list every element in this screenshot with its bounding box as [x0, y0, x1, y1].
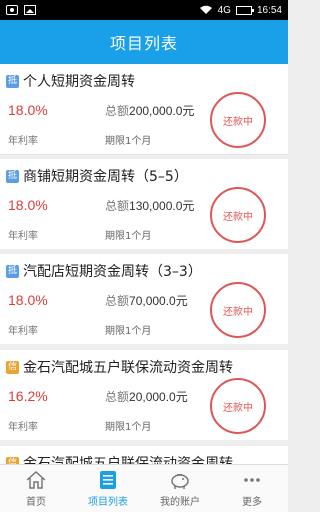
credit-badge: 信 — [6, 360, 19, 374]
total-amount: 总额70,000.0元 — [105, 292, 188, 309]
tab-more[interactable]: 更多 — [216, 465, 288, 512]
loan-period: 期限1个月 — [105, 136, 152, 147]
project-title: 信 金石汽配城五户联保流动资金周转 — [6, 453, 233, 464]
status-stamp: 还款中 — [210, 282, 266, 338]
annual-rate-label: 年利率 — [8, 422, 38, 433]
clock: 16:54 — [256, 4, 282, 16]
image-icon — [24, 5, 36, 15]
project-card[interactable]: 信 金石汽配城五户联保流动资金周转 16.2% 年利率 总额20,000.0元 … — [0, 350, 288, 440]
tab-label: 首页 — [26, 496, 46, 508]
home-icon — [26, 470, 46, 489]
mortgage-badge: 抵 — [6, 74, 19, 88]
status-stamp: 还款中 — [210, 378, 266, 434]
tab-project-list[interactable]: 项目列表 — [72, 465, 144, 512]
total-value: 130,000.0元 — [129, 199, 195, 213]
notification-icon — [6, 5, 18, 15]
network-type: 4G — [217, 4, 231, 16]
total-amount: 总额20,000.0元 — [105, 388, 188, 405]
tab-my-account[interactable]: 我的账户 — [144, 465, 216, 512]
annual-rate-label: 年利率 — [8, 231, 38, 242]
page-title: 项目列表 — [109, 34, 178, 53]
mortgage-badge: 抵 — [6, 264, 19, 278]
project-card[interactable]: 抵 个人短期资金周转 18.0% 年利率 总额200,000.0元 期限1个月 … — [0, 64, 288, 154]
project-title-text: 汽配店短期资金周转（3–3） — [23, 264, 202, 280]
loan-period: 期限1个月 — [105, 422, 152, 433]
project-card[interactable]: 抵 商铺短期资金周转（5–5） 18.0% 年利率 总额130,000.0元 期… — [0, 159, 288, 249]
total-value: 20,000.0元 — [129, 390, 188, 404]
annual-rate-label: 年利率 — [8, 326, 38, 337]
tab-label: 项目列表 — [88, 496, 128, 508]
total-label: 总额 — [105, 390, 130, 404]
tab-home[interactable]: 首页 — [0, 465, 72, 512]
annual-rate: 16.2% — [8, 388, 48, 404]
bottom-tab-bar: 首页 项目列表 我的账户 更多 — [0, 464, 288, 512]
total-value: 200,000.0元 — [129, 104, 195, 118]
more-icon — [244, 477, 260, 482]
loan-period: 期限1个月 — [105, 231, 152, 242]
total-amount: 总额130,000.0元 — [105, 197, 194, 214]
page-header: 项目列表 — [0, 20, 288, 64]
status-bar: 4G 16:54 — [0, 0, 288, 20]
project-card[interactable]: 抵 汽配店短期资金周转（3–3） 18.0% 年利率 总额70,000.0元 期… — [0, 254, 288, 344]
wifi-icon — [199, 5, 212, 14]
loan-period: 期限1个月 — [105, 326, 152, 337]
project-title-text: 个人短期资金周转 — [23, 74, 135, 90]
tab-label: 更多 — [242, 496, 262, 508]
total-label: 总额 — [105, 104, 130, 118]
total-amount: 总额200,000.0元 — [105, 102, 194, 119]
total-label: 总额 — [105, 199, 130, 213]
total-value: 70,000.0元 — [129, 294, 188, 308]
piggy-bank-icon — [171, 473, 189, 489]
annual-rate: 18.0% — [8, 292, 48, 308]
status-stamp: 还款中 — [210, 187, 266, 243]
annual-rate: 18.0% — [8, 102, 48, 118]
divider — [0, 154, 288, 155]
project-title-text: 商铺短期资金周转（5–5） — [23, 169, 188, 185]
project-title-text: 金石汽配城五户联保流动资金周转 — [23, 456, 233, 464]
project-title: 抵 个人短期资金周转 — [6, 71, 135, 91]
project-title: 抵 商铺短期资金周转（5–5） — [6, 166, 188, 186]
credit-badge: 信 — [6, 456, 19, 464]
project-list[interactable]: 抵 个人短期资金周转 18.0% 年利率 总额200,000.0元 期限1个月 … — [0, 64, 288, 464]
status-stamp: 还款中 — [210, 92, 266, 148]
list-icon — [100, 470, 116, 489]
annual-rate: 18.0% — [8, 197, 48, 213]
mortgage-badge: 抵 — [6, 169, 19, 183]
battery-icon — [235, 5, 254, 15]
project-title: 抵 汽配店短期资金周转（3–3） — [6, 261, 202, 281]
project-title-text: 金石汽配城五户联保流动资金周转 — [23, 360, 233, 376]
annual-rate-label: 年利率 — [8, 136, 38, 147]
tab-label: 我的账户 — [160, 496, 200, 508]
total-label: 总额 — [105, 294, 130, 308]
project-card[interactable]: 信 金石汽配城五户联保流动资金周转 — [0, 446, 288, 464]
project-title: 信 金石汽配城五户联保流动资金周转 — [6, 357, 233, 377]
